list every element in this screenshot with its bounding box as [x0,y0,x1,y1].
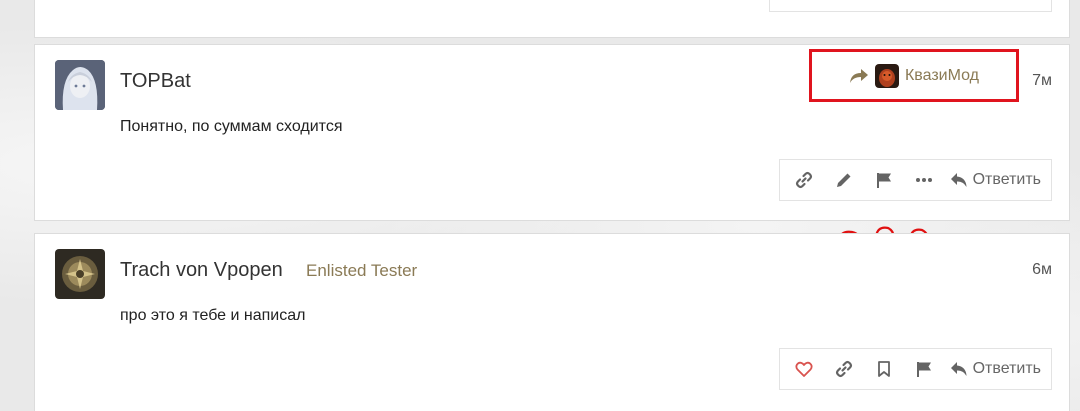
link-button[interactable] [784,160,824,200]
link-icon [795,171,812,189]
previous-post [34,0,1070,38]
post-actions: Ответить [778,348,1052,390]
more-button[interactable] [904,160,944,200]
link-icon [835,360,852,378]
post-topbat: TOPBat КвазиМод 7м Понятно, по суммам сх… [34,44,1070,221]
reply-to-name: КвазиМод [904,66,980,84]
reply-avatar [874,63,899,88]
reply-arrow-icon [849,68,868,83]
bookmark-icon [877,361,890,377]
bookmark-button[interactable] [864,349,904,389]
link-button[interactable] [824,349,864,389]
avatar[interactable] [55,60,105,110]
reply-button[interactable]: Ответить [944,360,1041,378]
post-trach: Trach von Vpopen Enlisted Tester 6м про … [34,233,1070,411]
post-actions: Ответить [778,159,1052,201]
flag-icon [876,173,891,188]
reply-button[interactable]: Ответить [944,171,1041,189]
more-icon [915,178,932,182]
post-body: про это я тебе и написал [120,307,306,324]
pencil-icon [836,173,851,187]
user-title: Enlisted Tester [306,261,418,280]
flag-button[interactable] [904,349,944,389]
post-time[interactable]: 7м [1032,72,1052,90]
post-time[interactable]: 6м [1032,261,1052,279]
like-button[interactable] [784,349,824,389]
reply-label: Ответить [972,360,1041,377]
flag-icon [916,362,931,377]
avatar[interactable] [55,249,105,299]
username[interactable]: TOPBat [120,70,191,93]
post-body: Понятно, по суммам сходится [120,118,343,135]
reply-icon [950,362,967,376]
reply-to-indicator[interactable]: КвазиМод [809,49,1019,102]
post-actions [769,0,1052,12]
edit-button[interactable] [824,160,864,200]
reply-label: Ответить [972,171,1041,188]
heart-icon [795,361,813,377]
username[interactable]: Trach von Vpopen [120,259,283,282]
flag-button[interactable] [864,160,904,200]
reply-icon [950,173,967,187]
